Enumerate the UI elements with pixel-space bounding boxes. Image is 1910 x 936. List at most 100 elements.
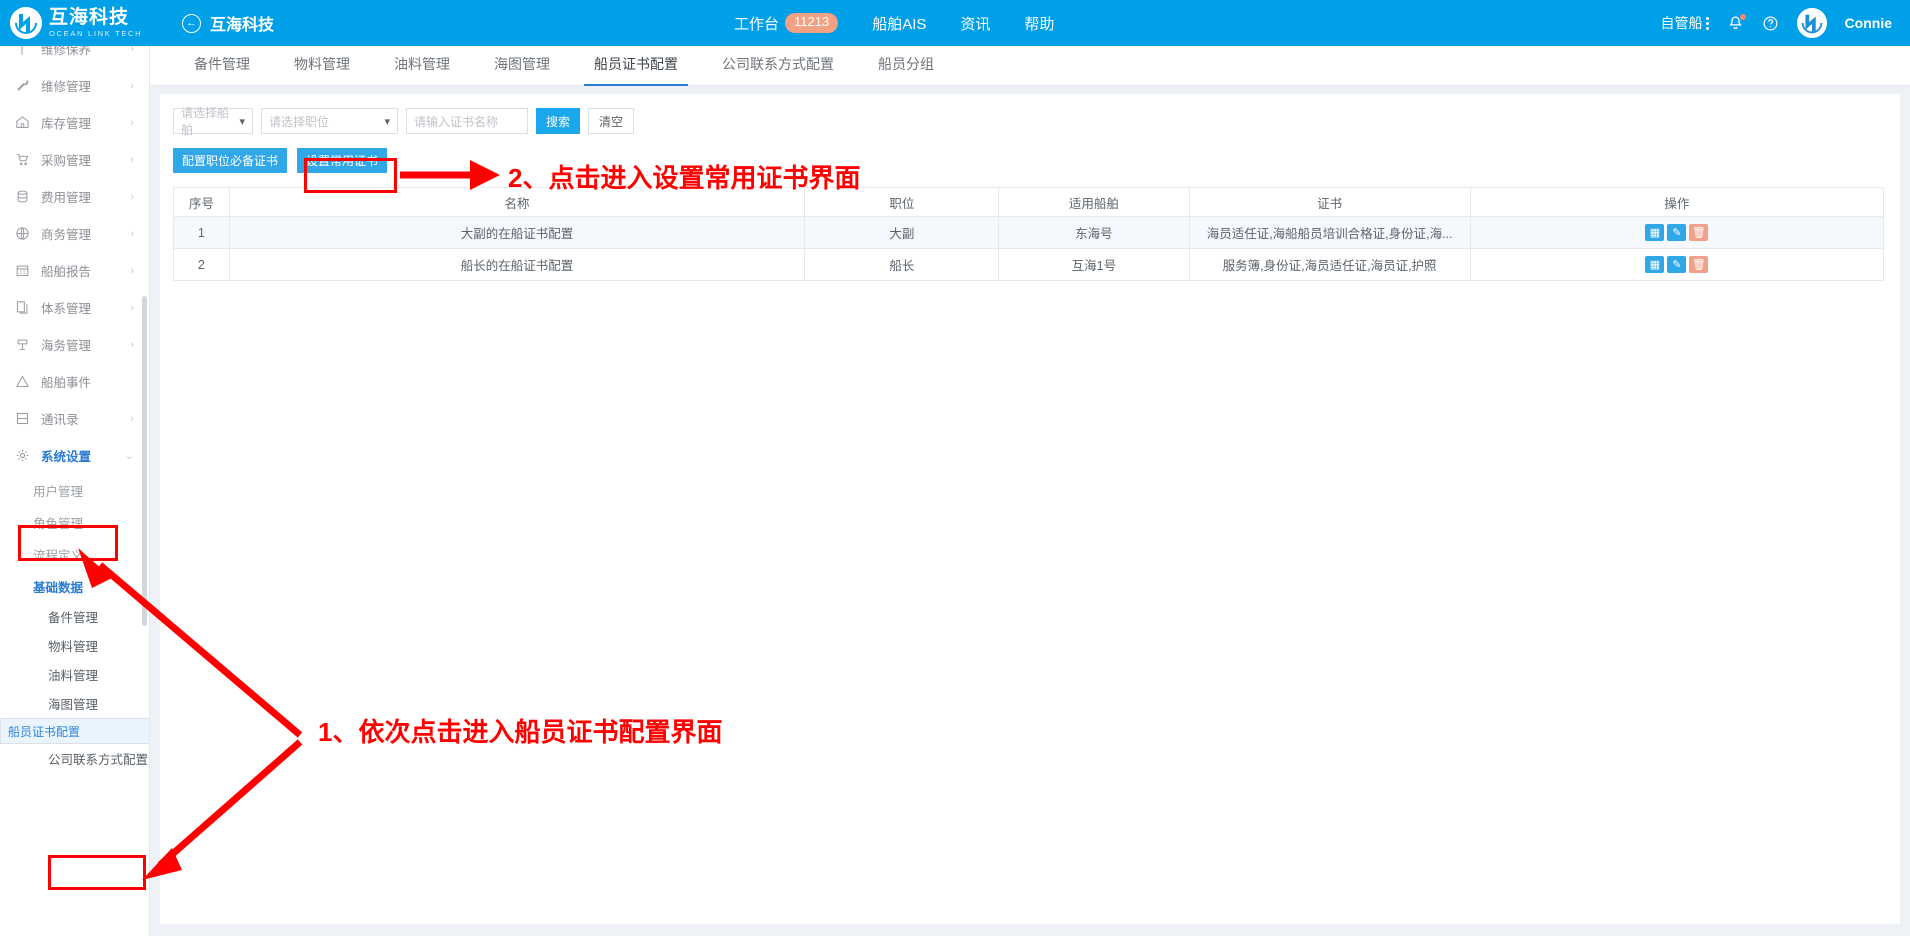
chevron-right-icon-1: › (130, 79, 134, 92)
sidebar-item-fuel[interactable]: 油料管理 (0, 660, 149, 689)
topnav-item-news[interactable]: 资讯 (960, 13, 990, 34)
documents-icon (12, 300, 32, 315)
sidebar-label-1: 维修管理 (41, 80, 92, 94)
tab-fuel[interactable]: 油料管理 (372, 54, 472, 85)
table-header-row: 序号 名称 职位 适用船舶 证书 操作 (173, 187, 1885, 217)
sidebar-item-maintenance-upkeep[interactable]: 维修保养 › (0, 46, 149, 67)
brand-name-cn: 互海科技 (49, 7, 130, 29)
sidebar-scrollbar[interactable] (142, 296, 147, 626)
tab-company-contact-config[interactable]: 公司联系方式配置 (700, 54, 856, 85)
table-row[interactable]: 1 大副的在船证书配置 大副 东海号 海员适任证,海船船员培训合格证,身份证,海… (173, 216, 1885, 249)
sidebar-item-spare-parts[interactable]: 备件管理 (0, 602, 149, 631)
top-header-bar: 互海科技 OCEAN LINK TECH ← 互海科技 工作台 11213 船舶… (0, 0, 1910, 46)
sidebar-item-user-management[interactable]: 用户管理 (0, 474, 149, 506)
cell-position: 船长 (804, 248, 1000, 281)
sidebar-item-marine-affairs[interactable]: 海务管理 › (0, 326, 149, 363)
cell-certificate: 服务簿,身份证,海员适任证,海员证,护照 (1188, 248, 1471, 281)
delete-icon[interactable]: 🗑 (1689, 224, 1709, 241)
sidebar-item-expense-management[interactable]: 费用管理 › (0, 178, 149, 215)
sidebar-label-10: 通讯录 (41, 413, 79, 427)
table-row[interactable]: 2 船长的在船证书配置 船长 互海1号 服务簿,身份证,海员适任证,海员证,护照… (173, 248, 1885, 281)
sidebar-item-purchase-management[interactable]: 采购管理 › (0, 141, 149, 178)
cell-name: 船长的在船证书配置 (228, 248, 806, 281)
sidebar-item-system-settings[interactable]: 系统设置 ⌄ (0, 437, 149, 474)
sidebar-item-system-documents[interactable]: 体系管理 › (0, 289, 149, 326)
cert-name-placeholder: 请输入证书名称 (414, 114, 499, 129)
chevron-down-icon-position: ▾ (384, 115, 390, 128)
col-position: 职位 (804, 187, 1000, 217)
gear-icon (12, 448, 32, 463)
chevron-right-icon-2: › (130, 116, 134, 129)
sidebar-label-basic-data: 基础数据 (33, 580, 84, 595)
position-select[interactable]: 请选择职位 ▾ (261, 108, 398, 134)
sidebar-item-contacts[interactable]: 通讯录 › (0, 400, 149, 437)
fleet-selector-label: 自管船 (1660, 15, 1703, 31)
ship-select[interactable]: 请选择船舶 ▾ (173, 106, 253, 137)
tab-crew-certificate-config[interactable]: 船员证书配置 (572, 54, 700, 86)
search-button[interactable]: 搜索 (536, 108, 581, 134)
col-index: 序号 (173, 187, 230, 217)
sidebar-item-business-management[interactable]: 商务管理 › (0, 215, 149, 252)
delete-icon[interactable]: 🗑 (1689, 256, 1709, 273)
tab-crew-grouping[interactable]: 船员分组 (856, 54, 956, 85)
sidebar-item-vessel-event[interactable]: 船舶事件 (0, 363, 149, 400)
contacts-icon (12, 411, 32, 426)
sidebar-item-materials[interactable]: 物料管理 (0, 631, 149, 660)
col-operation: 操作 (1469, 187, 1885, 217)
topnav-item-help[interactable]: 帮助 (1024, 13, 1054, 34)
col-ship: 适用船舶 (998, 187, 1190, 217)
sidebar-item-company-contact-config[interactable]: 公司联系方式配置 (0, 744, 149, 773)
sidebar-item-role-management[interactable]: 角色管理 (0, 506, 149, 538)
notification-bell-icon[interactable] (1727, 13, 1746, 32)
tab-spare-parts[interactable]: 备件管理 (172, 54, 272, 85)
config-required-cert-button[interactable]: 配置职位必备证书 (173, 148, 288, 173)
chevron-right-icon-0: › (130, 46, 134, 55)
sidebar-label-2: 库存管理 (41, 117, 92, 131)
sidebar-item-inventory-management[interactable]: 库存管理 › (0, 104, 149, 141)
chevron-right-icon-5: › (130, 227, 134, 240)
view-icon[interactable]: ▦ (1645, 224, 1665, 241)
view-icon[interactable]: ▦ (1645, 256, 1665, 273)
position-select-value: 请选择职位 (269, 114, 330, 129)
sidebar-item-vessel-report[interactable]: 船舶报告 › (0, 252, 149, 289)
fleet-selector[interactable]: 自管船 (1661, 13, 1709, 33)
back-navigation[interactable]: ← 互海科技 (182, 11, 274, 35)
set-common-cert-button[interactable]: 设置常用证书 (297, 148, 388, 173)
cert-name-input[interactable]: 请输入证书名称 (406, 108, 528, 134)
content-tab-bar: 备件管理 物料管理 油料管理 海图管理 船员证书配置 公司联系方式配置 船员分组 (150, 46, 1910, 86)
crew-certificate-table: 序号 名称 职位 适用船舶 证书 操作 1 大副的在船证书配置 大副 东海号 海 (173, 187, 1885, 281)
sidebar-item-charts[interactable]: 海图管理 (0, 689, 149, 718)
username-label[interactable]: Connie (1845, 15, 1892, 31)
shopping-cart-icon (12, 152, 32, 167)
sidebar-scroll-content: 维修保养 › 维修管理 › 库存管理 › 采购管理 › 费用管理 › 商务管理 … (0, 46, 149, 773)
sidebar-label-3: 采购管理 (41, 154, 92, 168)
help-circle-icon[interactable] (1762, 15, 1779, 32)
sidebar-item-crew-certificate-config[interactable]: 船员证书配置 (0, 718, 149, 744)
workbench-badge-count: 11213 (785, 13, 839, 33)
chevron-right-icon-4: › (130, 190, 134, 203)
edit-icon[interactable]: ✎ (1667, 256, 1687, 273)
notification-dot (1739, 13, 1746, 20)
sidebar-item-process-definition[interactable]: 流程定义 (0, 538, 149, 570)
clear-button[interactable]: 清空 (588, 108, 635, 134)
chevron-down-icon-basic-data: ⌄ (120, 580, 130, 593)
back-arrow-circle-icon[interactable]: ← (182, 13, 201, 33)
database-icon (12, 189, 32, 204)
filter-bar: 请选择船舶 ▾ 请选择职位 ▾ 请输入证书名称 搜索 清空 (160, 106, 1900, 137)
chevron-right-icon-3: › (130, 153, 134, 166)
ship-select-value: 请选择船舶 (181, 106, 230, 137)
topnav-item-ais[interactable]: 船舶AIS (872, 13, 926, 34)
kebab-menu-icon[interactable] (1705, 16, 1709, 30)
sidebar-label-4: 费用管理 (41, 191, 92, 205)
sidebar-label-9: 船舶事件 (41, 376, 92, 390)
tab-charts[interactable]: 海图管理 (472, 54, 572, 85)
warehouse-icon (12, 115, 32, 130)
sidebar-item-basic-data[interactable]: 基础数据 ⌄ (0, 570, 149, 602)
user-avatar-icon[interactable] (1796, 8, 1827, 38)
sidebar-item-repair-management[interactable]: 维修管理 › (0, 67, 149, 104)
edit-icon[interactable]: ✎ (1667, 224, 1687, 241)
topnav-item-workbench[interactable]: 工作台 11213 (734, 13, 839, 34)
sidebar-label-6: 船舶报告 (41, 265, 92, 279)
sidebar-label-0: 维修保养 (41, 46, 92, 57)
tab-materials[interactable]: 物料管理 (272, 54, 372, 85)
